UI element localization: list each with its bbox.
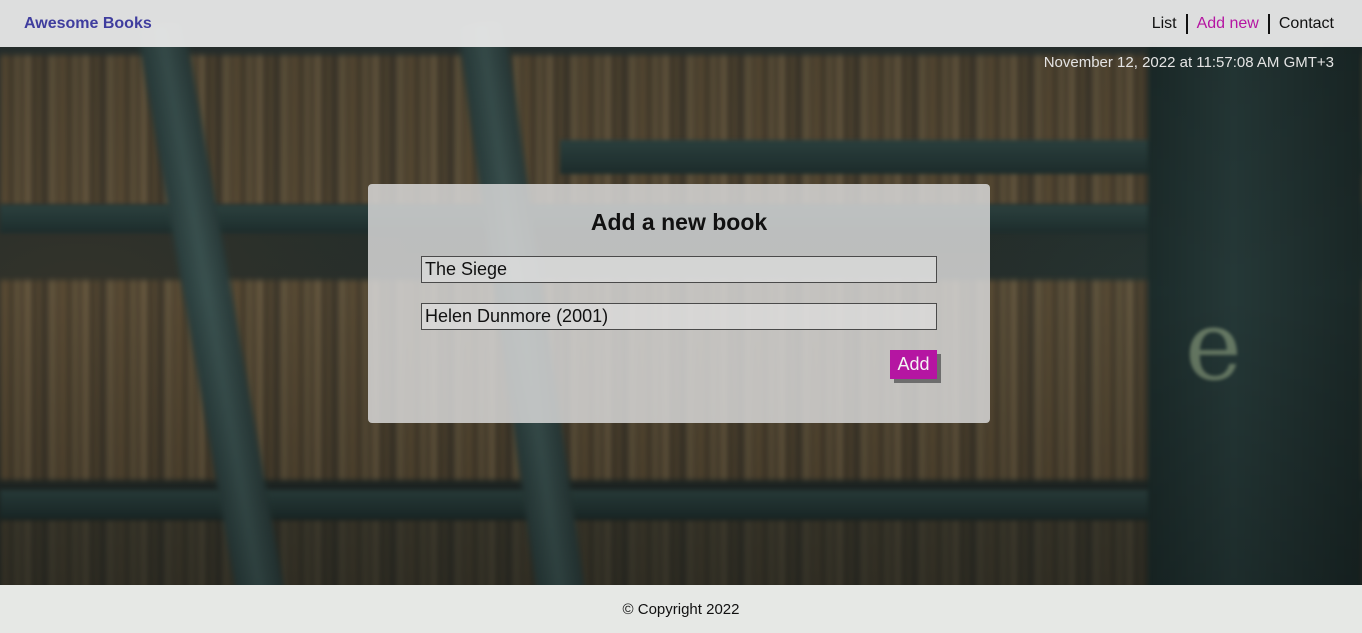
top-navbar: Awesome Books List Add new Contact — [0, 0, 1362, 47]
nav-link-list[interactable]: List — [1152, 14, 1186, 34]
current-datetime: November 12, 2022 at 11:57:08 AM GMT+3 — [1043, 54, 1334, 71]
logo-link[interactable]: Awesome Books — [24, 15, 152, 33]
copyright-text: © Copyright 2022 — [622, 600, 740, 618]
add-book-form: Add a new book Add — [368, 184, 990, 423]
form-heading: Add a new book — [590, 209, 768, 235]
book-title-input[interactable] — [421, 256, 937, 283]
page-footer: © Copyright 2022 — [0, 585, 1362, 633]
nav-link-add-new[interactable]: Add new — [1188, 14, 1268, 34]
book-author-input[interactable] — [421, 303, 937, 330]
add-book-button[interactable]: Add — [890, 350, 937, 379]
nav-link-contact[interactable]: Contact — [1270, 14, 1334, 34]
main-nav: List Add new Contact — [1152, 13, 1334, 34]
